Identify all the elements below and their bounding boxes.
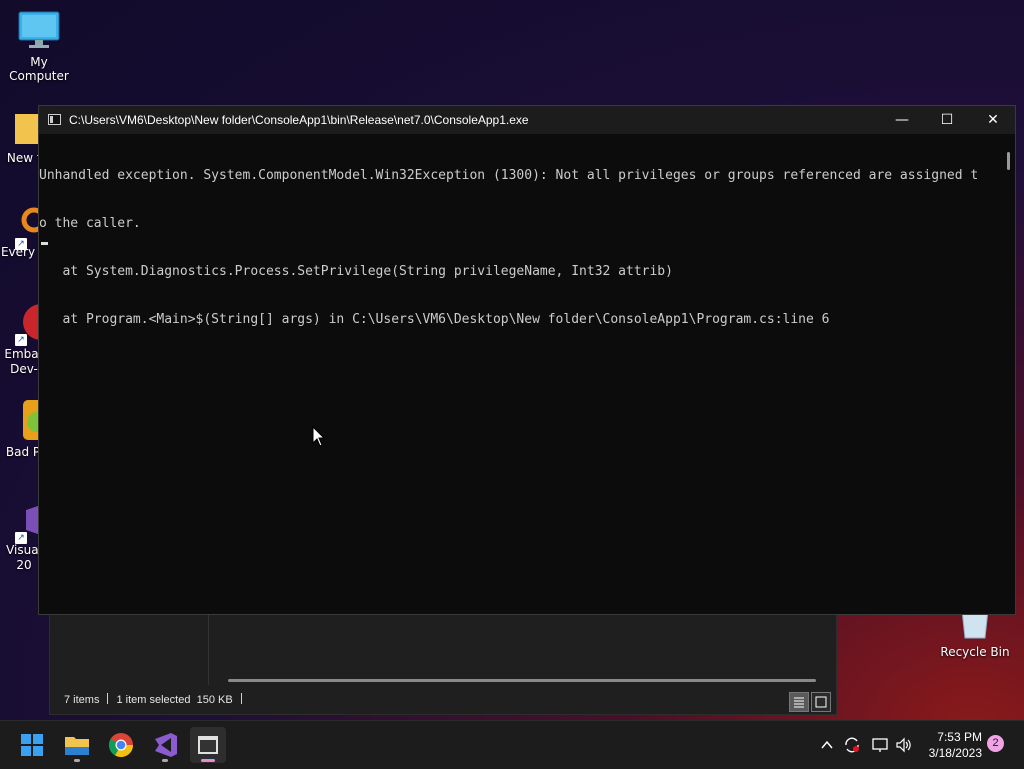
desktop-icon-my-computer[interactable]: My Computer bbox=[1, 10, 77, 83]
details-view-icon bbox=[794, 697, 804, 708]
console-line: at System.Diagnostics.Process.SetPrivile… bbox=[39, 264, 673, 279]
chevron-up-icon bbox=[821, 740, 833, 749]
taskbar-visual-studio[interactable] bbox=[147, 727, 183, 763]
console-app-icon bbox=[48, 114, 61, 125]
clock[interactable]: 7:53 PM 3/18/2023 bbox=[918, 729, 982, 761]
chrome-icon bbox=[108, 733, 133, 758]
minimize-button[interactable]: — bbox=[879, 106, 925, 134]
speaker-icon bbox=[896, 737, 911, 753]
title-bar[interactable]: C:\Users\VM6\Desktop\New folder\ConsoleA… bbox=[39, 106, 1015, 134]
divider bbox=[107, 693, 109, 704]
visual-studio-icon bbox=[155, 733, 177, 757]
start-button[interactable] bbox=[14, 727, 50, 763]
navigation-pane[interactable] bbox=[50, 613, 209, 685]
status-bar: 7 items 1 item selected 150 KB bbox=[64, 693, 250, 706]
selection-size: 150 KB bbox=[196, 694, 233, 706]
running-indicator bbox=[162, 759, 168, 762]
sync-status-button[interactable] bbox=[843, 721, 861, 769]
large-icons-view-icon bbox=[815, 696, 827, 708]
monitor-icon bbox=[18, 11, 60, 48]
console-output[interactable]: Unhandled exception. System.ComponentMod… bbox=[39, 136, 1001, 614]
console-window[interactable]: C:\Users\VM6\Desktop\New folder\ConsoleA… bbox=[38, 105, 1016, 615]
details-view-button[interactable] bbox=[789, 692, 809, 712]
clock-date: 3/18/2023 bbox=[928, 746, 982, 760]
volume-button[interactable] bbox=[895, 721, 913, 769]
shortcut-arrow-icon: ↗ bbox=[15, 334, 27, 346]
network-icon bbox=[872, 738, 888, 752]
file-explorer-window[interactable]: 7 items 1 item selected 150 KB bbox=[49, 612, 837, 715]
file-explorer-icon bbox=[65, 737, 89, 755]
text-cursor bbox=[41, 242, 48, 245]
taskbar-chrome[interactable] bbox=[103, 727, 139, 763]
show-hidden-icons-button[interactable] bbox=[820, 721, 834, 769]
desktop-icon-label: Recycle Bin bbox=[940, 645, 1010, 659]
selection-count: 1 item selected bbox=[116, 694, 191, 706]
console-line: Unhandled exception. System.ComponentMod… bbox=[39, 168, 979, 183]
running-indicator bbox=[74, 759, 80, 762]
windows-start-icon bbox=[21, 734, 43, 756]
sync-icon bbox=[845, 737, 859, 753]
horizontal-scrollbar[interactable] bbox=[228, 679, 816, 682]
desktop-icon-label: My Computer bbox=[9, 55, 69, 83]
notification-badge[interactable]: 2 bbox=[987, 735, 1004, 752]
console-line: at Program.<Main>$(String[] args) in C:\… bbox=[39, 312, 830, 327]
mouse-cursor-icon bbox=[312, 426, 326, 447]
taskbar: 7:53 PM 3/18/2023 bbox=[0, 720, 1024, 769]
taskbar-terminal[interactable] bbox=[190, 727, 226, 763]
close-button[interactable]: ✕ bbox=[970, 106, 1016, 134]
terminal-icon bbox=[198, 736, 218, 754]
clock-time: 7:53 PM bbox=[937, 730, 982, 744]
console-line: o the caller. bbox=[39, 216, 141, 231]
window-title: C:\Users\VM6\Desktop\New folder\ConsoleA… bbox=[69, 113, 529, 127]
large-icons-view-button[interactable] bbox=[811, 692, 831, 712]
desktop-icon-recycle-bin[interactable]: Recycle Bin bbox=[937, 609, 1013, 659]
item-count: 7 items bbox=[64, 694, 100, 706]
maximize-button[interactable]: ☐ bbox=[924, 106, 970, 134]
taskbar-file-explorer[interactable] bbox=[59, 727, 95, 763]
vertical-scrollbar-thumb[interactable] bbox=[1007, 152, 1010, 170]
shortcut-arrow-icon: ↗ bbox=[15, 532, 27, 544]
active-indicator bbox=[201, 759, 215, 762]
divider bbox=[240, 693, 242, 704]
shortcut-arrow-icon: ↗ bbox=[15, 238, 27, 250]
network-button[interactable] bbox=[871, 721, 889, 769]
